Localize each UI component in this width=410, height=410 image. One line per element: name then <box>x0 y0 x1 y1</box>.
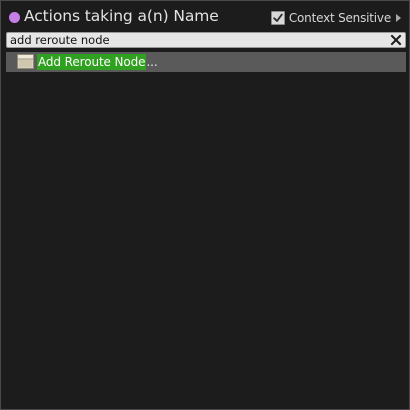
close-icon[interactable] <box>390 34 402 46</box>
checkmark-icon <box>273 13 283 22</box>
results-list: Add Reroute Node... <box>6 52 406 404</box>
list-item[interactable]: Add Reroute Node... <box>6 52 406 72</box>
action-menu-panel: Actions taking a(n) Name Context Sensiti… <box>0 0 410 410</box>
list-item-label: Add Reroute Node... <box>37 54 158 70</box>
expand-arrow-icon[interactable] <box>396 14 401 22</box>
header: Actions taking a(n) Name Context Sensiti… <box>1 1 409 31</box>
search-input[interactable] <box>10 33 380 47</box>
match-highlight: Add Reroute Node <box>37 54 147 70</box>
context-sensitive-checkbox[interactable] <box>270 11 285 25</box>
pin-type-icon <box>9 12 20 23</box>
context-sensitive-toggle[interactable]: Context Sensitive <box>270 10 401 26</box>
node-icon <box>17 54 34 69</box>
list-item-suffix: ... <box>146 55 158 69</box>
panel-title: Actions taking a(n) Name <box>24 7 219 25</box>
search-box <box>6 32 406 48</box>
context-sensitive-label: Context Sensitive <box>288 11 391 25</box>
